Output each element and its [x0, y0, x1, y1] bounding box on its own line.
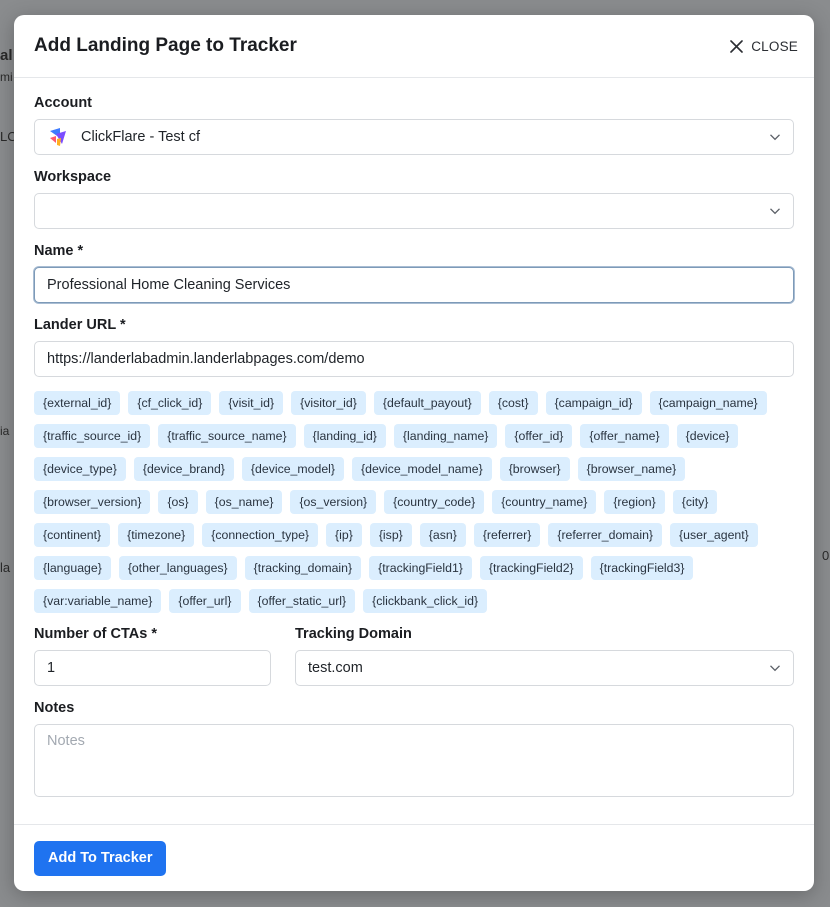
tracking-domain-select[interactable]: test.com [295, 650, 794, 686]
ctas-input-value: 1 [47, 660, 56, 676]
chevron-down-icon [769, 205, 781, 221]
lander-url-input-value: https://landerlabadmin.landerlabpages.co… [47, 351, 365, 367]
url-token-chip[interactable]: {isp} [369, 523, 412, 547]
workspace-select[interactable] [34, 193, 794, 229]
workspace-label: Workspace [34, 169, 112, 185]
ctas-field: Number of CTAs * 1 [34, 626, 271, 686]
url-token-chip[interactable]: {user_agent} [670, 523, 758, 547]
url-token-chip[interactable]: {timezone} [118, 523, 195, 547]
url-token-chip[interactable]: {os} [158, 490, 198, 514]
url-token-chip[interactable]: {default_payout} [373, 391, 481, 415]
url-token-chip[interactable]: {campaign_name} [649, 391, 767, 415]
url-token-chip[interactable]: {os_version} [290, 490, 377, 514]
url-token-chip[interactable]: {city} [672, 490, 718, 514]
tracking-domain-label: Tracking Domain [295, 626, 412, 642]
url-token-chip[interactable]: {trackingField1} [369, 556, 472, 580]
ctas-label: Number of CTAs * [34, 626, 157, 642]
url-token-chip[interactable]: {visit_id} [219, 391, 284, 415]
workspace-field: Workspace [34, 169, 794, 229]
account-select-value: ClickFlare - Test cf [81, 129, 200, 145]
url-token-chip[interactable]: {language} [34, 556, 111, 580]
clickflare-logo-icon [47, 126, 69, 148]
url-token-chip[interactable]: {landing_id} [303, 424, 386, 448]
url-token-chip[interactable]: {visitor_id} [291, 391, 366, 415]
url-token-chip[interactable]: {region} [604, 490, 665, 514]
url-token-chip[interactable]: {device_model_name} [352, 457, 492, 481]
close-label: CLOSE [751, 38, 798, 54]
chevron-down-icon [769, 662, 781, 678]
url-token-chip[interactable]: {offer_name} [580, 424, 669, 448]
notes-placeholder: Notes [47, 733, 85, 749]
url-token-chip[interactable]: {external_id} [34, 391, 121, 415]
url-token-chip[interactable]: {tracking_domain} [244, 556, 362, 580]
url-token-chip[interactable]: {referrer} [473, 523, 541, 547]
lander-url-label: Lander URL * [34, 317, 126, 333]
url-token-chip[interactable]: {landing_name} [393, 424, 498, 448]
lander-url-input[interactable]: https://landerlabadmin.landerlabpages.co… [34, 341, 794, 377]
tracking-domain-field: Tracking Domain test.com [295, 626, 794, 686]
url-token-chip[interactable]: {browser_version} [34, 490, 151, 514]
url-token-chip[interactable]: {traffic_source_id} [34, 424, 151, 448]
url-token-chip[interactable]: {offer_id} [505, 424, 573, 448]
url-token-chip[interactable]: {device_brand} [133, 457, 234, 481]
ctas-domain-row: Number of CTAs * 1 Tracking Domain test.… [34, 626, 794, 686]
url-token-chip[interactable]: {device} [676, 424, 739, 448]
account-label: Account [34, 95, 92, 111]
url-token-chip[interactable]: {country_name} [492, 490, 597, 514]
url-token-list: {external_id} {cf_click_id} {visit_id} {vis… [34, 391, 794, 613]
url-token-chip[interactable]: {cf_click_id} [128, 391, 212, 415]
notes-textarea[interactable]: Notes [34, 724, 794, 797]
ctas-input[interactable]: 1 [34, 650, 271, 686]
url-token-chip[interactable]: {campaign_id} [545, 391, 642, 415]
url-token-chip[interactable]: {device_model} [241, 457, 344, 481]
url-token-chip[interactable]: {other_languages} [118, 556, 237, 580]
modal-title: Add Landing Page to Tracker [34, 35, 297, 56]
close-icon [730, 39, 744, 53]
url-token-chip[interactable]: {traffic_source_name} [158, 424, 296, 448]
notes-field: Notes Notes [34, 700, 794, 797]
url-token-chip[interactable]: {browser_name} [577, 457, 686, 481]
url-token-chip[interactable]: {device_type} [34, 457, 126, 481]
tracking-domain-select-value: test.com [308, 660, 363, 676]
url-token-chip[interactable]: {asn} [419, 523, 466, 547]
name-label: Name * [34, 243, 84, 259]
account-select[interactable]: ClickFlare - Test cf [34, 119, 794, 155]
url-token-chip[interactable]: {offer_static_url} [248, 589, 356, 613]
url-token-chip[interactable]: {referrer_domain} [548, 523, 663, 547]
bg-text-fragment: 0 [822, 548, 830, 563]
modal-footer: Add To Tracker [14, 824, 814, 891]
bg-text-fragment: la [0, 560, 11, 575]
url-token-chip[interactable]: {continent} [34, 523, 111, 547]
bg-text-fragment: mi [0, 70, 13, 84]
add-to-tracker-button[interactable]: Add To Tracker [34, 840, 167, 876]
add-landing-page-modal: Add Landing Page to Tracker CLOSE Accoun… [14, 15, 814, 891]
url-token-chip[interactable]: {country_code} [384, 490, 485, 514]
name-input-value: Professional Home Cleaning Services [47, 277, 291, 293]
url-token-chip[interactable]: {ip} [326, 523, 362, 547]
url-token-chip[interactable]: {browser} [499, 457, 570, 481]
modal-header: Add Landing Page to Tracker CLOSE [14, 15, 814, 78]
url-token-chip[interactable]: {clickbank_click_id} [363, 589, 488, 613]
modal-body: Account ClickFlare - Test cf Workspace N… [14, 78, 814, 797]
chevron-down-icon [769, 131, 781, 147]
notes-label: Notes [34, 700, 75, 716]
url-token-chip[interactable]: {trackingField2} [479, 556, 583, 580]
url-token-chip[interactable]: {connection_type} [202, 523, 319, 547]
url-token-chip[interactable]: {os_name} [205, 490, 283, 514]
bg-text-fragment: ia [0, 424, 10, 438]
url-token-chip[interactable]: {trackingField3} [590, 556, 694, 580]
url-token-chip[interactable]: {cost} [488, 391, 538, 415]
close-button[interactable]: CLOSE [730, 39, 798, 54]
name-input[interactable]: Professional Home Cleaning Services [34, 267, 794, 303]
bg-text-fragment: al [0, 47, 13, 64]
url-token-chip[interactable]: {offer_url} [169, 589, 241, 613]
name-field: Name * Professional Home Cleaning Servic… [34, 243, 794, 303]
account-field: Account ClickFlare - Test cf [34, 95, 794, 155]
url-token-chip[interactable]: {var:variable_name} [34, 589, 162, 613]
lander-url-field: Lander URL * https://landerlabadmin.land… [34, 317, 794, 377]
